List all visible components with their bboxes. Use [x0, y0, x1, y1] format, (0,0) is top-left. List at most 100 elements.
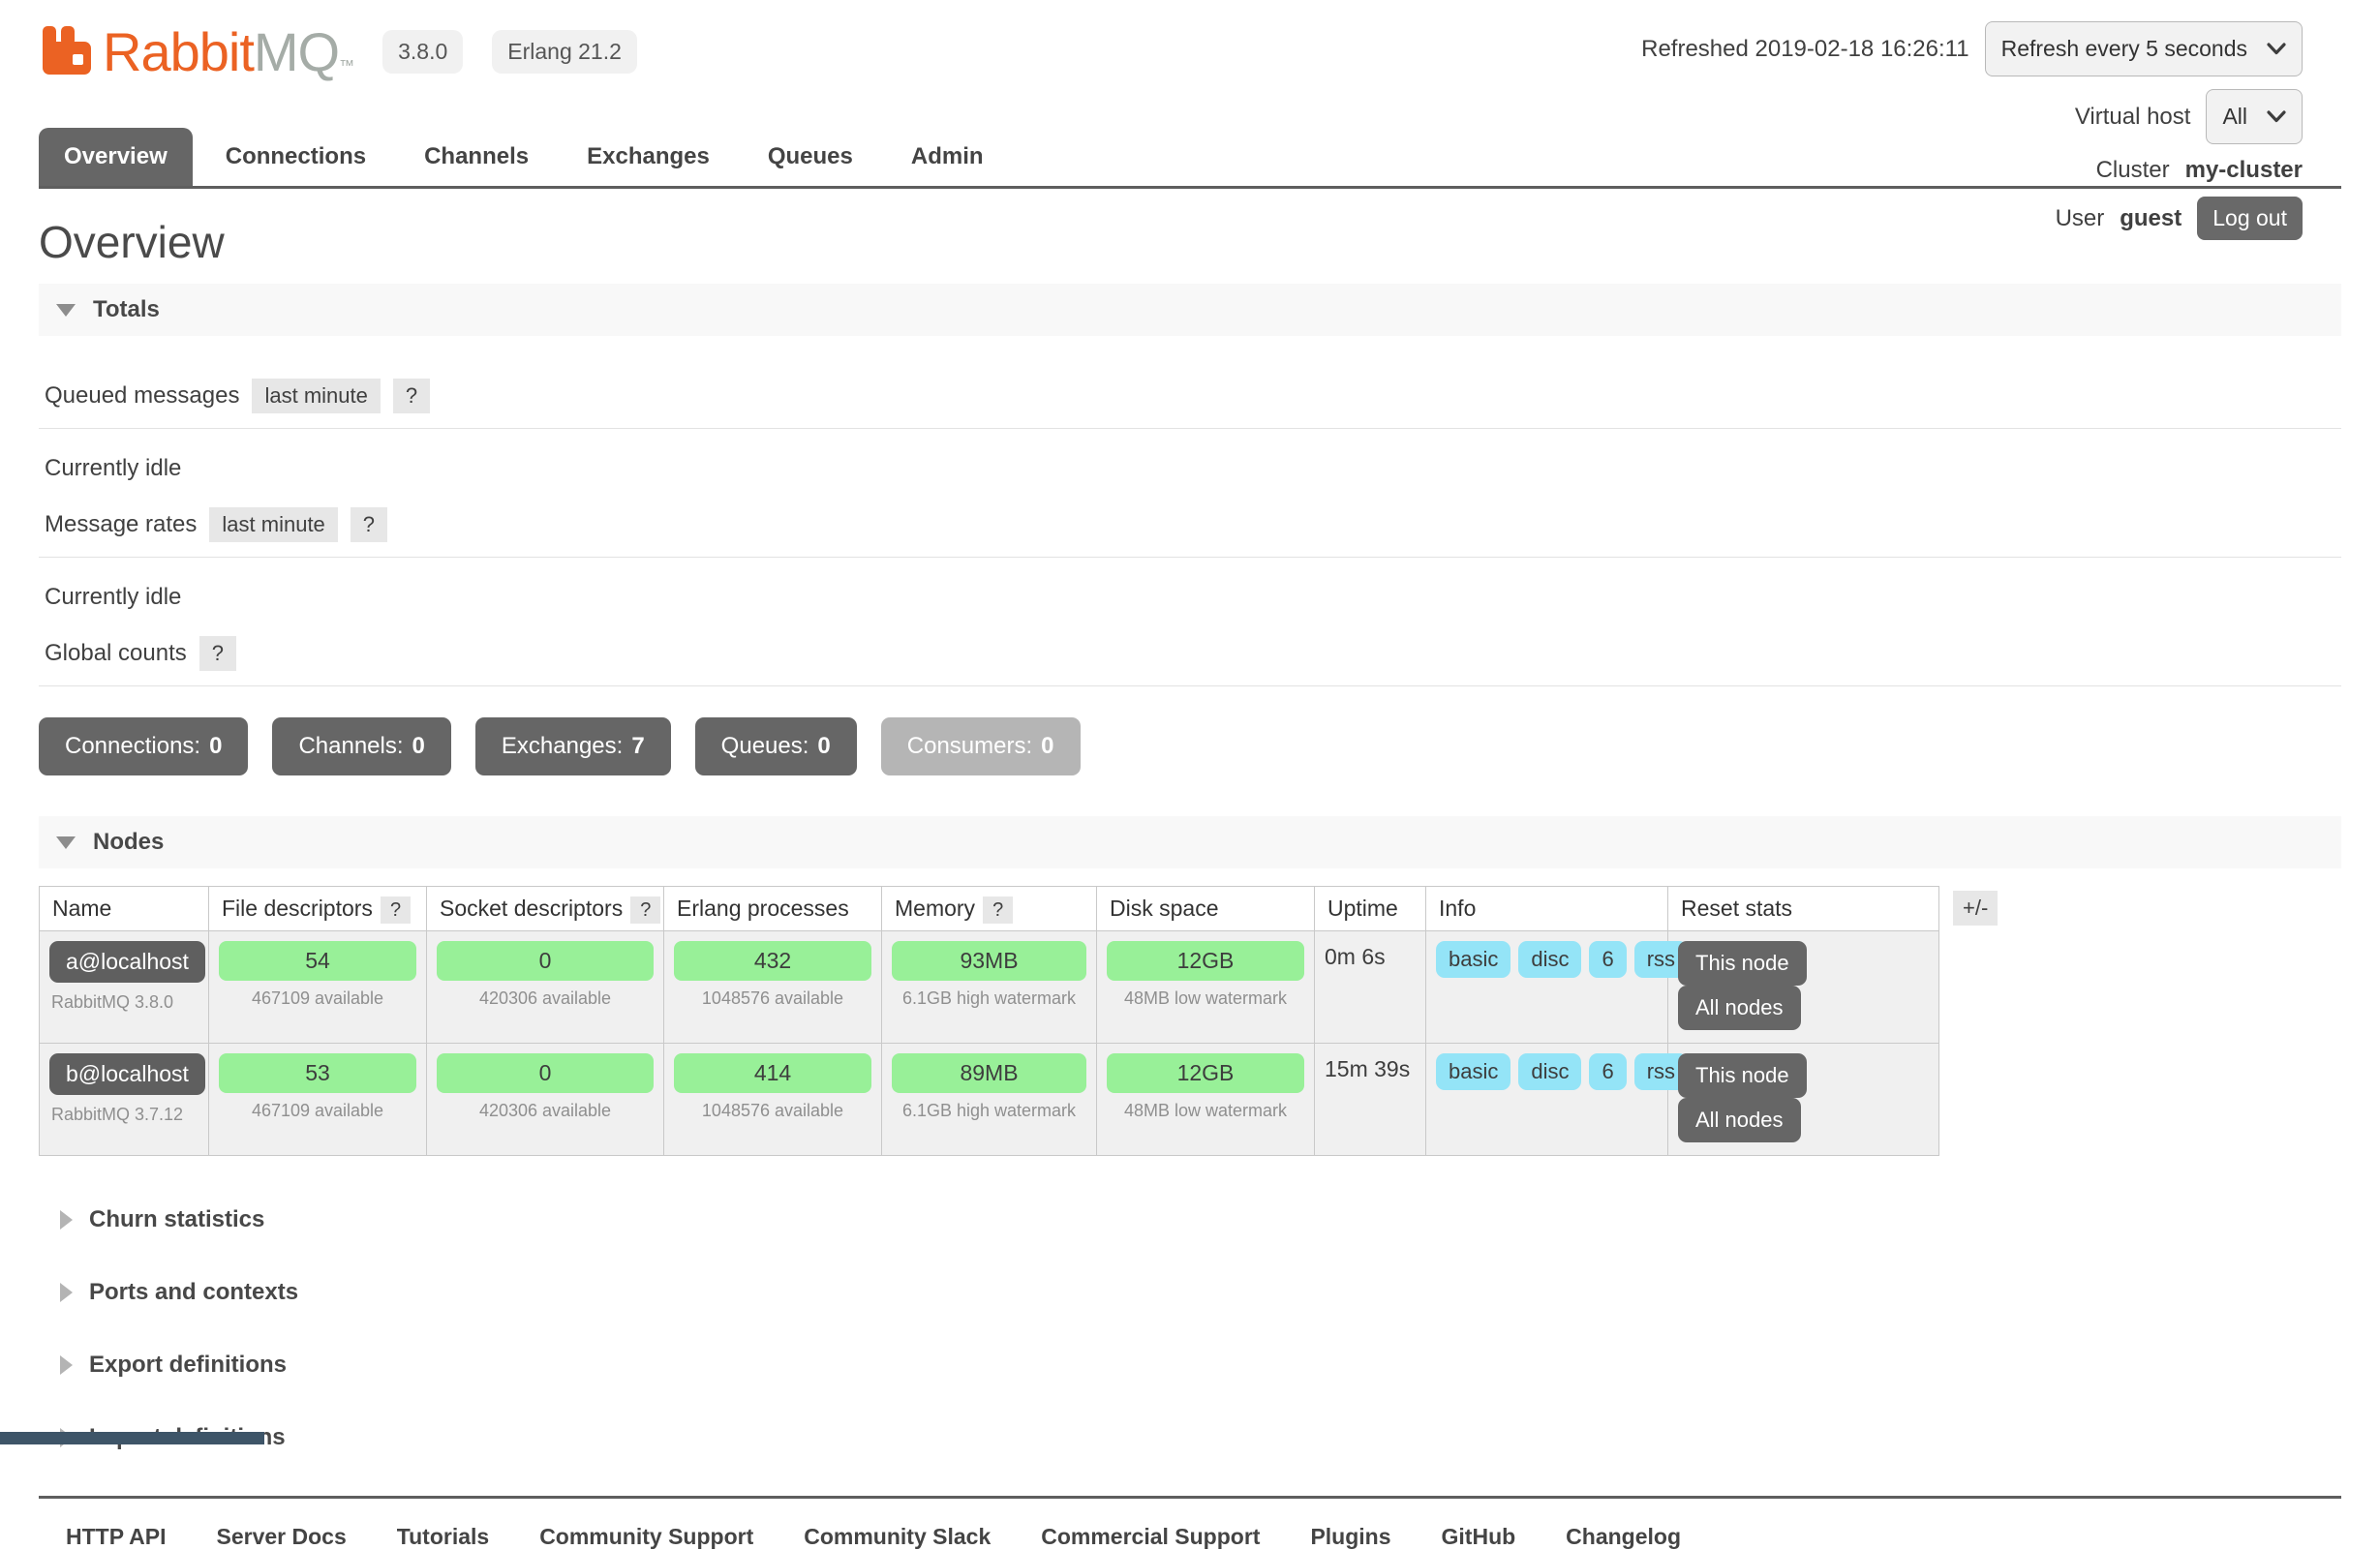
node-name-badge: b@localhost	[49, 1053, 205, 1095]
count-value: 7	[631, 733, 644, 760]
refreshed-timestamp: Refreshed 2019-02-18 16:26:11	[1641, 36, 1968, 63]
count-label: Exchanges:	[502, 733, 623, 760]
global-counts-label: Global counts	[45, 640, 187, 667]
reset-this-node-button[interactable]: This node	[1678, 941, 1807, 986]
footer-link-plugins[interactable]: Plugins	[1310, 1524, 1390, 1550]
cluster-name: my-cluster	[2185, 157, 2303, 184]
count-label: Channels:	[298, 733, 403, 760]
memory-sub: 6.1GB high watermark	[892, 1101, 1086, 1121]
footer-link-changelog[interactable]: Changelog	[1566, 1524, 1681, 1550]
global-counts-row: Connections: 0 Channels: 0 Exchanges: 7 Que…	[39, 717, 2341, 775]
footer-link-http-api[interactable]: HTTP API	[66, 1524, 167, 1550]
erlang-processes-bar: 432	[674, 941, 871, 981]
nodes-table: Name File descriptors? Socket descriptor…	[39, 886, 1939, 1156]
file-descriptors-bar: 54	[219, 941, 416, 981]
node-row-b: b@localhost RabbitMQ 3.7.12 53 467109 av…	[40, 1044, 1939, 1156]
section-header-import-definitions[interactable]: Import definitions	[39, 1424, 2341, 1451]
rabbitmq-logo[interactable]: RabbitMQ™	[39, 23, 353, 79]
footer-link-tutorials[interactable]: Tutorials	[397, 1524, 489, 1550]
global-counts-help-icon[interactable]: ?	[199, 636, 236, 671]
queues-count-button[interactable]: Queues: 0	[695, 717, 857, 775]
footer-link-community-slack[interactable]: Community Slack	[804, 1524, 991, 1550]
bottom-edge-fragment	[0, 1432, 264, 1444]
footer-link-community-support[interactable]: Community Support	[539, 1524, 753, 1550]
erlang-version-badge: Erlang 21.2	[492, 30, 637, 74]
node-version: RabbitMQ 3.7.12	[49, 1105, 198, 1125]
refresh-interval-select[interactable]: Refresh every 5 seconds	[1985, 21, 2303, 76]
file-descriptors-sub: 467109 available	[219, 988, 416, 1009]
node-uptime: 0m 6s	[1325, 941, 1416, 970]
erlang-processes-sub: 1048576 available	[674, 1101, 871, 1121]
message-rates-line: Message rates last minute ?	[39, 507, 2341, 542]
header-status-block: Refreshed 2019-02-18 16:26:11 Refresh ev…	[1641, 21, 2303, 240]
virtual-host-value: All	[2222, 104, 2247, 130]
chevron-down-icon	[2267, 43, 2286, 55]
node-name-badge: a@localhost	[49, 941, 205, 983]
section-title-churn-statistics: Churn statistics	[89, 1206, 264, 1233]
section-title-ports-and-contexts: Ports and contexts	[89, 1279, 298, 1306]
collapse-triangle-icon	[56, 304, 76, 317]
section-header-ports-and-contexts[interactable]: Ports and contexts	[39, 1279, 2341, 1306]
count-value: 0	[817, 733, 830, 760]
reset-this-node-button[interactable]: This node	[1678, 1053, 1807, 1098]
user-label: User	[2056, 205, 2105, 232]
queued-period-badge[interactable]: last minute	[252, 379, 380, 413]
footer-link-server-docs[interactable]: Server Docs	[217, 1524, 347, 1550]
global-counts-line: Global counts ?	[39, 636, 2341, 671]
section-header-export-definitions[interactable]: Export definitions	[39, 1352, 2341, 1379]
brand-rabbit: Rabbit	[103, 21, 254, 82]
socket-descriptors-sub: 420306 available	[437, 1101, 654, 1121]
consumers-count-button[interactable]: Consumers:0	[881, 717, 1081, 775]
refresh-interval-value: Refresh every 5 seconds	[2001, 36, 2247, 62]
tab-exchanges[interactable]: Exchanges	[562, 128, 735, 186]
message-rates-label: Message rates	[45, 511, 197, 538]
section-header-churn-statistics[interactable]: Churn statistics	[39, 1206, 2341, 1233]
tab-admin[interactable]: Admin	[886, 128, 1009, 186]
socket-descriptors-sub: 420306 available	[437, 988, 654, 1009]
chevron-down-icon	[2267, 110, 2286, 123]
section-header-totals[interactable]: Totals	[39, 284, 2341, 336]
socket-descriptors-help-icon[interactable]: ?	[630, 897, 660, 924]
rates-period-badge[interactable]: last minute	[209, 507, 337, 542]
col-uptime: Uptime	[1315, 887, 1426, 931]
rates-help-icon[interactable]: ?	[351, 507, 387, 542]
footer-link-commercial-support[interactable]: Commercial Support	[1041, 1524, 1260, 1550]
reset-all-nodes-button[interactable]: All nodes	[1678, 986, 1801, 1030]
file-descriptors-sub: 467109 available	[219, 1101, 416, 1121]
count-value: 0	[412, 733, 425, 760]
tab-overview[interactable]: Overview	[39, 128, 193, 186]
tab-queues[interactable]: Queues	[743, 128, 878, 186]
rates-idle-text: Currently idle	[39, 584, 2341, 611]
channels-count-button[interactable]: Channels: 0	[272, 717, 450, 775]
expand-triangle-icon	[60, 1283, 73, 1302]
queued-help-icon[interactable]: ?	[393, 379, 430, 413]
col-memory: Memory?	[882, 887, 1097, 931]
virtual-host-select[interactable]: All	[2206, 89, 2303, 144]
section-header-nodes[interactable]: Nodes	[39, 816, 2341, 868]
brand-text: RabbitMQ™	[103, 25, 353, 79]
tab-channels[interactable]: Channels	[399, 128, 554, 186]
count-value: 0	[209, 733, 222, 760]
disk-space-sub: 48MB low watermark	[1107, 1101, 1304, 1121]
count-label: Queues:	[721, 733, 809, 760]
logout-button[interactable]: Log out	[2197, 197, 2303, 240]
column-toggle-button[interactable]: +/-	[1953, 891, 1998, 926]
user-name: guest	[2120, 205, 2182, 232]
section-title-export-definitions: Export definitions	[89, 1352, 287, 1379]
header: RabbitMQ™ 3.8.0 Erlang 21.2 Refreshed 20…	[39, 0, 2341, 186]
file-descriptors-help-icon[interactable]: ?	[381, 897, 411, 924]
col-socket-descriptors: Socket descriptors?	[427, 887, 664, 931]
tab-connections[interactable]: Connections	[200, 128, 391, 186]
memory-help-icon[interactable]: ?	[983, 897, 1013, 924]
queued-messages-label: Queued messages	[45, 382, 239, 410]
col-file-descriptors: File descriptors?	[209, 887, 427, 931]
reset-all-nodes-button[interactable]: All nodes	[1678, 1098, 1801, 1142]
footer-link-github[interactable]: GitHub	[1442, 1524, 1516, 1550]
count-label: Connections:	[65, 733, 200, 760]
connections-count-button[interactable]: Connections: 0	[39, 717, 248, 775]
exchanges-count-button[interactable]: Exchanges: 7	[475, 717, 671, 775]
virtual-host-label: Virtual host	[2075, 104, 2191, 131]
section-title-totals: Totals	[93, 296, 160, 323]
divider	[39, 428, 2341, 429]
col-disk-space: Disk space	[1097, 887, 1315, 931]
